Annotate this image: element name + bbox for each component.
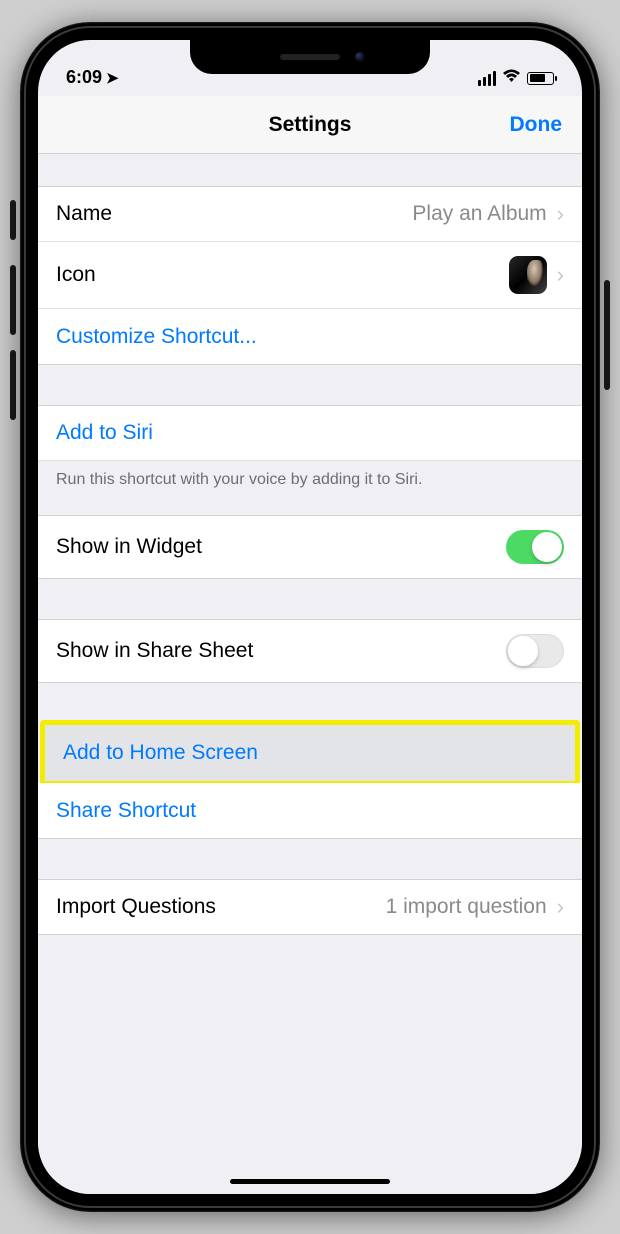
- status-time: 6:09: [66, 67, 102, 88]
- import-questions-label: Import Questions: [56, 895, 216, 919]
- show-in-widget-row: Show in Widget: [38, 515, 582, 579]
- share-shortcut-row[interactable]: Share Shortcut: [38, 783, 582, 839]
- battery-icon: [527, 72, 554, 85]
- location-services-icon: ➤: [106, 69, 119, 87]
- icon-label: Icon: [56, 263, 96, 287]
- add-to-home-screen-label: Add to Home Screen: [63, 741, 258, 765]
- show-in-share-sheet-label: Show in Share Sheet: [56, 639, 253, 663]
- share-shortcut-label: Share Shortcut: [56, 799, 196, 823]
- add-to-siri-row[interactable]: Add to Siri: [38, 405, 582, 461]
- name-label: Name: [56, 202, 112, 226]
- name-value: Play an Album: [412, 202, 546, 226]
- settings-content: Name Play an Album › Icon ›: [38, 154, 582, 1194]
- device-notch: [190, 40, 430, 74]
- import-questions-value: 1 import question: [386, 895, 547, 919]
- import-questions-row[interactable]: Import Questions 1 import question ›: [38, 879, 582, 935]
- cellular-signal-icon: [478, 71, 496, 86]
- chevron-right-icon: ›: [557, 894, 564, 920]
- page-title: Settings: [269, 113, 352, 137]
- shortcut-icon-thumbnail: [509, 256, 547, 294]
- add-to-home-screen-row[interactable]: Add to Home Screen: [45, 725, 575, 781]
- navigation-bar: Settings Done: [38, 96, 582, 154]
- icon-row[interactable]: Icon ›: [38, 242, 582, 309]
- home-indicator[interactable]: [230, 1179, 390, 1184]
- show-in-share-sheet-row: Show in Share Sheet: [38, 619, 582, 683]
- customize-shortcut-row[interactable]: Customize Shortcut...: [38, 309, 582, 365]
- add-to-home-screen-highlight: Add to Home Screen: [40, 720, 580, 786]
- done-button[interactable]: Done: [510, 113, 563, 137]
- add-to-siri-label: Add to Siri: [56, 421, 153, 445]
- show-in-share-sheet-toggle[interactable]: [506, 634, 564, 668]
- chevron-right-icon: ›: [557, 201, 564, 227]
- show-in-widget-toggle[interactable]: [506, 530, 564, 564]
- show-in-widget-label: Show in Widget: [56, 535, 202, 559]
- siri-footer-text: Run this shortcut with your voice by add…: [38, 461, 582, 489]
- wifi-icon: [502, 68, 521, 88]
- customize-shortcut-label: Customize Shortcut...: [56, 325, 257, 349]
- name-row[interactable]: Name Play an Album ›: [38, 186, 582, 242]
- chevron-right-icon: ›: [557, 262, 564, 288]
